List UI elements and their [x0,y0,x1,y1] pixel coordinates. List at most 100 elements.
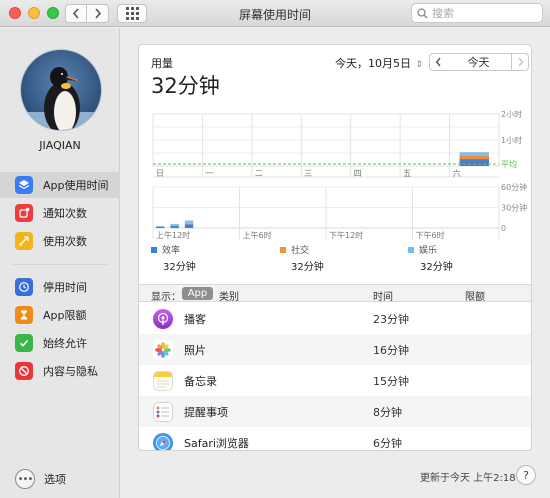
hourly-time-label: 上午12时 [156,230,190,240]
chevron-right-icon [94,8,101,19]
sidebar-item-content-privacy[interactable]: 内容与隐私 [0,358,120,384]
app-name: Safari浏览器 [184,436,249,450]
show-all-button[interactable] [117,4,147,23]
table-row[interactable]: 播客 23分钟 [139,303,531,334]
app-name: 提醒事项 [184,405,228,419]
table-row[interactable]: 提醒事项 8分钟 [139,396,531,427]
sidebar-item-label: 内容与隐私 [43,365,98,378]
hourly-y-tick: 30分钟 [501,203,527,213]
hourly-time-label: 上午6时 [243,230,272,240]
photos-icon [153,339,173,360]
usage-card: 用量 32分钟 今天，10月5日 ⇕ 今天 日一二三四五六平均 2小时 1小时 上午1… [138,44,532,451]
sidebar-item-label: 始终允许 [43,337,87,350]
app-time: 8分钟 [373,405,402,419]
reminders-icon [153,401,173,422]
sidebar-divider [12,264,108,265]
sidebar-item-app-usage[interactable]: App使用时间 [0,172,120,198]
close-window-button[interactable] [9,7,21,19]
sidebar-item-label: App限额 [43,309,87,322]
hourglass-icon [15,306,33,324]
legend-item-productivity: 效率 [151,243,180,256]
legend-value: 32分钟 [291,262,324,273]
search-icon [417,7,428,18]
sidebar: JIAQIAN App使用时间 通知次数 使用次数 停用时间 App限额 始终允… [0,28,120,498]
sidebar-item-notifications[interactable]: 通知次数 [0,200,120,226]
updated-timestamp: 更新于今天 上午2:18 [420,473,516,484]
table-row[interactable]: 照片 16分钟 [139,334,531,365]
weekly-day-label: 三 [304,169,312,178]
average-label: 平均 [501,159,517,169]
sidebar-item-app-limits[interactable]: App限额 [0,302,120,328]
weekly-day-label: 一 [205,169,213,178]
table-row[interactable]: Safari浏览器 6分钟 [139,427,531,450]
forward-button[interactable] [87,4,109,23]
limit-column-header[interactable]: 限额 [465,288,485,303]
weekly-bar-segment [459,159,489,166]
sidebar-item-label: 停用时间 [43,281,87,294]
minimize-window-button[interactable] [28,7,40,19]
pickups-icon [15,232,33,250]
hourly-bar-segment [170,225,179,228]
hourly-bar-segment [156,225,165,227]
app-time: 23分钟 [373,312,409,326]
legend-item-social: 社交 [280,243,309,256]
app-time: 15分钟 [373,374,409,388]
show-label: 显示： [151,292,181,303]
title-bar: 屏幕使用时间 [0,0,550,27]
weekly-y-tick: 1小时 [501,135,522,145]
hourly-bar-segment [184,224,194,228]
hourly-y-tick: 0 [501,224,506,233]
time-column-header[interactable]: 时间 [373,288,393,303]
legend-item-entertainment: 娱乐 [408,243,437,256]
more-icon: ••• [15,469,35,489]
weekly-day-label: 五 [403,169,411,178]
app-name: 照片 [184,343,206,357]
back-button[interactable] [65,4,87,23]
show-apps-toggle[interactable]: App [182,287,213,300]
app-name: 播客 [184,312,206,326]
legend-label: 效率 [162,246,181,256]
search-field[interactable] [411,3,543,23]
weekly-day-label: 日 [156,169,164,178]
legend-swatch [408,246,414,253]
legend-label: 社交 [291,246,310,256]
notes-icon [153,370,173,391]
legend-value: 32分钟 [420,262,453,273]
options-label: 选项 [44,473,66,486]
notification-icon [15,204,33,222]
safari-icon [153,432,173,450]
help-button[interactable]: ? [516,465,536,485]
sidebar-item-downtime[interactable]: 停用时间 [0,274,120,300]
hourly-time-label: 下午6时 [416,230,445,240]
sidebar-item-pickups[interactable]: 使用次数 [0,228,120,254]
restriction-icon [15,362,33,380]
hourly-y-tick: 60分钟 [501,182,527,192]
checkmark-icon [15,334,33,352]
weekly-day-label: 六 [453,168,461,178]
weekly-bar-segment [459,155,489,160]
legend-swatch [280,246,286,253]
grid-icon [125,7,139,20]
avatar [20,49,102,131]
downtime-icon [15,278,33,296]
penguin-image [21,67,101,130]
hourly-bar-segment [184,220,194,225]
sidebar-item-label: 通知次数 [43,207,87,220]
app-name: 备忘录 [184,374,217,388]
table-row[interactable]: 备忘录 15分钟 [139,365,531,396]
options-button[interactable]: ••• 选项 [15,469,66,489]
usage-chart: 日 一 二 三 四 五 六 平均 2小时 1小时上午12时 上午6时 下午12时 下午6时 60分钟 30分… [152,109,527,240]
legend-swatch [151,246,157,253]
app-time: 6分钟 [373,436,402,450]
zoom-window-button[interactable] [47,7,59,19]
hourly-bar-segment [170,223,179,226]
table-header: 显示： App 类别 时间 限额 [139,284,531,303]
show-categories-toggle[interactable]: 类别 [219,288,239,303]
podcasts-icon [153,308,173,329]
search-input[interactable] [432,6,532,20]
weekly-bar-segment [459,152,489,156]
sidebar-item-label: 使用次数 [43,235,87,248]
sidebar-item-always-allowed[interactable]: 始终允许 [0,330,120,356]
hourly-bar-segment [156,226,165,228]
legend-label: 娱乐 [419,246,438,256]
